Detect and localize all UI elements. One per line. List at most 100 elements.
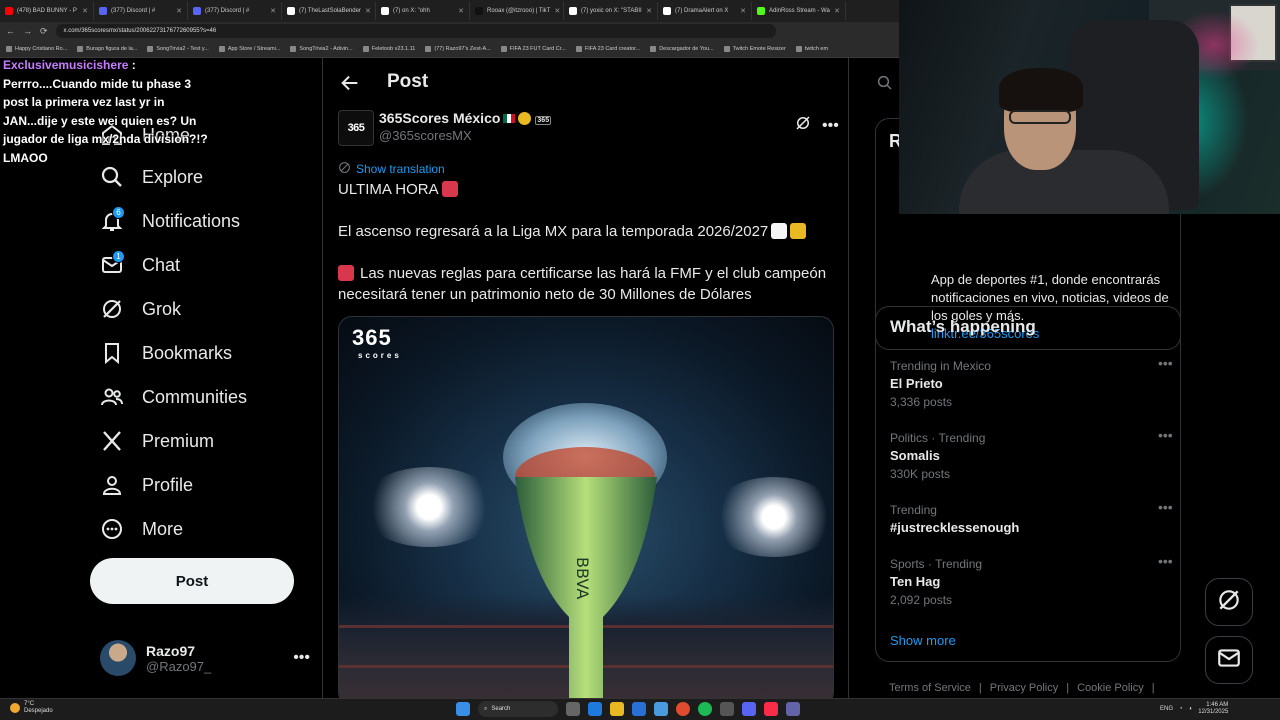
tab-close-icon[interactable]: ✕: [82, 7, 88, 15]
tab-close-icon[interactable]: ✕: [834, 7, 840, 15]
bookmark-item[interactable]: FIFA 23 FUT Card Cr...: [500, 45, 566, 52]
bookmark-label: App Store / Streami...: [227, 45, 281, 52]
trend-more-icon[interactable]: •••: [1158, 553, 1173, 569]
browser-tab[interactable]: (7) TheLastSolaBender ✕: [282, 2, 376, 20]
bookmark-favicon-icon: [290, 45, 297, 52]
footer-privacy-link[interactable]: Privacy Policy: [990, 682, 1058, 694]
address-bar[interactable]: x.com/365scoresmx/status/200622731767726…: [55, 24, 776, 38]
footer-separator: |: [978, 682, 982, 694]
browser-address-row: ← → ⟳ x.com/365scoresmx/status/200622731…: [0, 22, 900, 40]
browser-tab[interactable]: AdinRoss Stream - Wa ✕: [752, 2, 846, 20]
show-more-link[interactable]: Show more: [890, 633, 956, 648]
bookmark-item[interactable]: SongTrivia2 - Test y...: [147, 45, 209, 52]
bookmark-item[interactable]: App Store / Streami...: [218, 45, 281, 52]
teams-icon[interactable]: [786, 702, 800, 716]
bookmark-item[interactable]: SongTrivia2 - Adivin...: [290, 45, 353, 52]
mexico-flag-icon: [503, 114, 516, 123]
nav-item-bookmarks[interactable]: Bookmarks: [100, 338, 232, 368]
taskbar-search[interactable]: ⌕ Search: [478, 701, 558, 717]
nav-item-notifications[interactable]: 6 Notifications: [100, 206, 240, 236]
messages-floating-button[interactable]: [1205, 636, 1253, 684]
store-icon[interactable]: [632, 702, 646, 716]
music-icon[interactable]: [764, 702, 778, 716]
tab-close-icon[interactable]: ✕: [646, 7, 652, 15]
author-name-row[interactable]: 365Scores México 365: [379, 110, 552, 126]
browser-tab[interactable]: Rooax (@itzrooo) | TikT ✕: [470, 2, 564, 20]
nav-item-more[interactable]: More: [100, 514, 183, 544]
browser-tab[interactable]: (7) on X: "ohh ✕: [376, 2, 470, 20]
chrome-icon[interactable]: [676, 702, 690, 716]
file-explorer-icon[interactable]: [610, 702, 624, 716]
nav-item-profile[interactable]: Profile: [100, 470, 193, 500]
tab-close-icon[interactable]: ✕: [270, 7, 276, 15]
nav-item-chat[interactable]: 1 Chat: [100, 250, 180, 280]
edge-icon[interactable]: [588, 702, 602, 716]
footer-terms-link[interactable]: Terms of Service: [889, 682, 971, 694]
post-image[interactable]: BBVA 365 scores: [338, 316, 834, 698]
language-indicator[interactable]: ENG: [1160, 706, 1173, 712]
trend-item[interactable]: Trending in Mexico El Prieto 3,336 posts…: [890, 355, 1173, 409]
tab-close-icon[interactable]: ✕: [740, 7, 746, 15]
tab-close-icon[interactable]: ✕: [365, 7, 371, 15]
bookmark-item[interactable]: FIFA 23 Card creator...: [575, 45, 640, 52]
author-avatar[interactable]: 365: [338, 110, 374, 146]
footer-links: Terms of Service | Privacy Policy | Cook…: [889, 682, 1155, 694]
browser-tab[interactable]: (7) DramaAlert on X ✕: [658, 2, 752, 20]
nav-item-premium[interactable]: Premium: [100, 426, 214, 456]
reload-icon[interactable]: ⟳: [40, 26, 48, 37]
nav-label-explore: Explore: [142, 166, 204, 187]
tab-close-icon[interactable]: ✕: [176, 7, 182, 15]
weather-widget[interactable]: 7°C Despejado: [10, 701, 53, 715]
author-handle[interactable]: @365scoresMX: [379, 128, 472, 143]
browser-tab[interactable]: (377) Discord | # ✕: [94, 2, 188, 20]
trend-more-icon[interactable]: •••: [1158, 499, 1173, 515]
browser-tab[interactable]: (478) BAD BUNNY - P ✕: [0, 2, 94, 20]
bookmark-item[interactable]: Descargador de You...: [650, 45, 714, 52]
task-view-icon[interactable]: [566, 702, 580, 716]
trend-item[interactable]: Politics · Trending Somalis 330K posts •…: [890, 427, 1173, 481]
forward-nav-icon[interactable]: →: [23, 26, 32, 36]
grok-icon[interactable]: [794, 114, 812, 137]
back-arrow-icon[interactable]: [339, 72, 361, 94]
bookmark-item[interactable]: Burago figura de la...: [77, 45, 137, 52]
trend-more-icon[interactable]: •••: [1158, 355, 1173, 371]
clock[interactable]: 1:46 AM 12/31/2025: [1198, 702, 1228, 716]
discord-icon[interactable]: [742, 702, 756, 716]
account-switcher[interactable]: Razo97 @Razo97_ •••: [100, 638, 310, 678]
nav-item-grok[interactable]: Grok: [100, 294, 181, 324]
trend-name: El Prieto: [890, 376, 943, 391]
post-button[interactable]: Post: [90, 558, 294, 604]
nav-item-communities[interactable]: Communities: [100, 382, 247, 412]
tab-close-icon[interactable]: ✕: [554, 7, 560, 15]
account-more-icon[interactable]: •••: [293, 649, 310, 667]
grok-floating-button[interactable]: [1205, 578, 1253, 626]
footer-cookie-link[interactable]: Cookie Policy: [1077, 682, 1144, 694]
bookmark-item[interactable]: Twitch Emote Resizer: [723, 45, 786, 52]
bookmark-item[interactable]: (77) Razo97's Zest-A...: [425, 45, 491, 52]
search-icon[interactable]: [876, 74, 898, 96]
bookmark-item[interactable]: Feletoob v23.1.11: [362, 45, 415, 52]
more-circle-icon: [100, 517, 124, 541]
trend-more-icon[interactable]: •••: [1158, 427, 1173, 443]
affiliate-badge-icon: 365: [535, 116, 552, 125]
volume-icon[interactable]: ◖: [1189, 706, 1193, 712]
search-icon: [100, 165, 124, 189]
steam-icon[interactable]: [720, 702, 734, 716]
mail-app-icon[interactable]: [654, 702, 668, 716]
show-translation-link[interactable]: Show translation: [338, 161, 445, 177]
nav-label-bookmarks: Bookmarks: [142, 342, 233, 363]
trend-item[interactable]: Sports · Trending Ten Hag 2,092 posts ••…: [890, 553, 1173, 607]
back-nav-icon[interactable]: ←: [6, 26, 15, 36]
bookmark-item[interactable]: Happy Cristiano Ro...: [6, 45, 67, 52]
start-icon[interactable]: [456, 702, 470, 716]
tab-close-icon[interactable]: ✕: [458, 7, 464, 15]
trend-item[interactable]: Trending #justrecklessenough •••: [890, 499, 1173, 535]
bookmark-item[interactable]: twitch em: [795, 45, 828, 52]
browser-tab[interactable]: (7) yoxic on X: "STABII ✕: [564, 2, 658, 20]
wifi-icon[interactable]: ◔: [1179, 706, 1183, 712]
more-options-icon[interactable]: •••: [822, 117, 839, 135]
screen: (478) BAD BUNNY - P ✕ (377) Discord | # ✕ (3…: [0, 0, 1280, 720]
spotify-icon[interactable]: [698, 702, 712, 716]
browser-tab[interactable]: (377) Discord | # ✕: [188, 2, 282, 20]
tab-label: (7) DramaAlert on X: [675, 8, 729, 14]
